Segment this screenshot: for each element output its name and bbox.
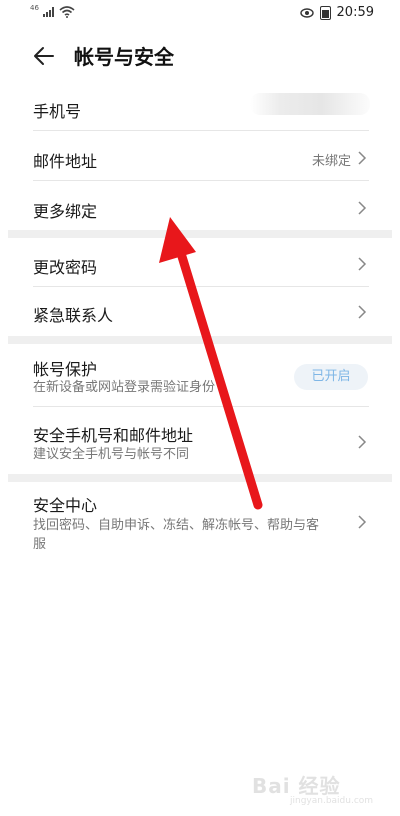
row-account-protection-label: 帐号保护 [33, 360, 98, 379]
row-security-center-label: 安全中心 [33, 496, 98, 515]
signal-group: 46 [30, 4, 75, 18]
signal-icon [42, 7, 54, 17]
chevron-right-icon [358, 515, 367, 529]
row-email-label: 邮件地址 [33, 152, 98, 171]
divider [33, 406, 369, 407]
row-email-value: 未绑定 [311, 154, 351, 169]
row-more-binding[interactable]: 更多绑定 [33, 196, 369, 230]
page-title: 帐号与安全 [74, 45, 174, 69]
chevron-right-icon [358, 201, 367, 215]
row-account-protection[interactable]: 帐号保护 在新设备或网站登录需验证身份 已开启 [33, 356, 369, 404]
row-change-password[interactable]: 更改密码 [33, 252, 369, 286]
watermark-text: Bai 经验 [252, 774, 341, 798]
header: 帐号与安全 [0, 36, 400, 76]
phone-number-blurred [250, 93, 370, 115]
row-email[interactable]: 邮件地址 未绑定 [33, 146, 369, 180]
chevron-right-icon [358, 435, 367, 449]
network-type: 46 [30, 4, 39, 12]
divider [33, 130, 369, 131]
chevron-right-icon [358, 151, 367, 165]
row-security-center[interactable]: 安全中心 找回密码、自助申诉、冻结、解冻帐号、帮助与客 服 [33, 492, 369, 554]
baidu-watermark: Bai 经验 jingyan.baidu.com [242, 770, 382, 810]
row-emergency-contact[interactable]: 紧急联系人 [33, 302, 369, 336]
divider [33, 180, 369, 181]
row-security-center-sub-line1: 找回密码、自助申诉、冻结、解冻帐号、帮助与客 [33, 518, 320, 533]
row-account-protection-sub: 在新设备或网站登录需验证身份 [33, 380, 216, 395]
chevron-right-icon [358, 305, 367, 319]
row-secure-phone-email-label: 安全手机号和邮件地址 [33, 426, 194, 445]
section-gap [8, 230, 392, 238]
row-emergency-contact-label: 紧急联系人 [33, 306, 114, 325]
chevron-right-icon [358, 257, 367, 271]
divider [33, 286, 369, 287]
battery-icon [319, 5, 331, 20]
row-change-password-label: 更改密码 [33, 258, 98, 277]
account-protection-status[interactable]: 已开启 [294, 364, 368, 390]
status-bar: 46 20:59 [0, 0, 400, 26]
section-gap [8, 474, 392, 482]
row-phone-label: 手机号 [33, 102, 82, 121]
back-arrow-icon[interactable] [32, 44, 56, 68]
wifi-icon [59, 6, 75, 18]
row-secure-phone-email[interactable]: 安全手机号和邮件地址 建议安全手机号与帐号不同 [33, 422, 369, 470]
row-security-center-sub-line2: 服 [33, 537, 47, 552]
row-secure-phone-email-sub: 建议安全手机号与帐号不同 [33, 447, 190, 462]
status-time: 20:59 [336, 5, 374, 20]
section-gap [8, 336, 392, 344]
watermark-url: jingyan.baidu.com [290, 796, 374, 806]
row-more-binding-label: 更多绑定 [33, 202, 98, 221]
eye-icon [299, 7, 314, 18]
status-right: 20:59 [299, 5, 374, 20]
